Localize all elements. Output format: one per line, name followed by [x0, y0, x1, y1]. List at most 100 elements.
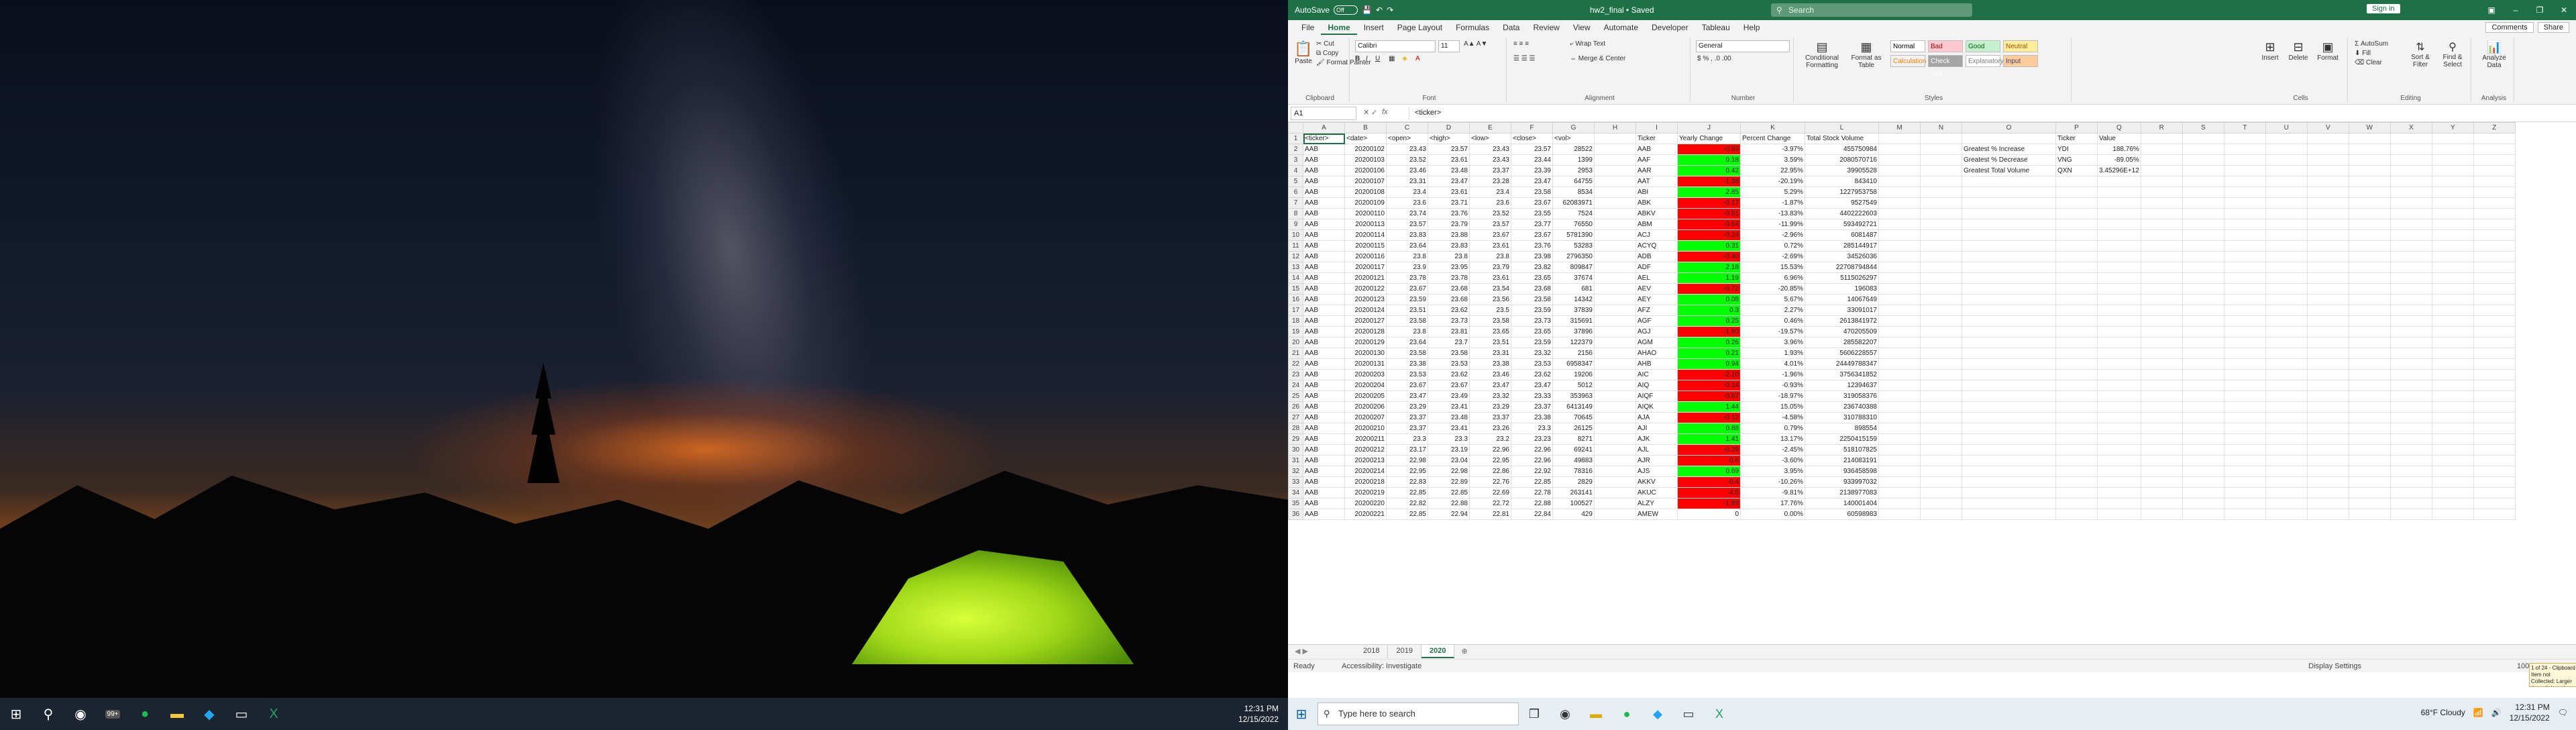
- cell[interactable]: [2055, 219, 2098, 230]
- column-header-h[interactable]: H: [1594, 122, 1636, 134]
- cell[interactable]: 23.8: [1386, 326, 1428, 337]
- cell[interactable]: [2306, 315, 2349, 327]
- cell[interactable]: 23.9: [1386, 262, 1428, 273]
- cell[interactable]: [2431, 423, 2474, 434]
- chrome-icon[interactable]: ◉: [64, 698, 97, 730]
- cell[interactable]: [1920, 262, 1962, 273]
- sheet-tab-2020[interactable]: 2020: [1421, 645, 1455, 658]
- cell[interactable]: [2265, 369, 2308, 380]
- sign-in-button[interactable]: Sign in: [2367, 4, 2400, 13]
- cell[interactable]: [2431, 144, 2474, 155]
- cell[interactable]: [1594, 358, 1636, 370]
- menu-review[interactable]: Review: [1526, 23, 1566, 35]
- cell[interactable]: 37896: [1552, 326, 1595, 337]
- cell[interactable]: [2390, 272, 2432, 284]
- cell[interactable]: 22.96: [1469, 444, 1511, 456]
- cell[interactable]: -1.96%: [1740, 369, 1805, 380]
- cell[interactable]: Greatest % Decrease: [1962, 154, 2056, 166]
- cell[interactable]: [2390, 509, 2432, 520]
- cell[interactable]: 20200103: [1344, 154, 1387, 166]
- cell[interactable]: [1962, 187, 2056, 198]
- cell[interactable]: AAB: [1303, 187, 1345, 198]
- row-header[interactable]: 33: [1288, 476, 1303, 488]
- cell[interactable]: [1962, 208, 2056, 219]
- cell[interactable]: [2182, 487, 2224, 499]
- style-neutral[interactable]: Neutral: [2003, 40, 2038, 52]
- cell[interactable]: [1878, 251, 1921, 262]
- cell[interactable]: [2431, 509, 2474, 520]
- cell[interactable]: 2829: [1552, 476, 1595, 488]
- right-clock[interactable]: 12:31 PM 12/15/2022: [2510, 702, 2550, 723]
- cell[interactable]: 23.57: [1386, 219, 1428, 230]
- cell[interactable]: -2.45%: [1740, 444, 1805, 456]
- cell[interactable]: [2265, 208, 2308, 219]
- cell[interactable]: 20200205: [1344, 390, 1387, 402]
- cell[interactable]: [2097, 487, 2141, 499]
- cell[interactable]: [2306, 348, 2349, 359]
- cell[interactable]: 20200131: [1344, 358, 1387, 370]
- cell[interactable]: [1594, 509, 1636, 520]
- cell[interactable]: [2223, 337, 2266, 348]
- cell[interactable]: [2265, 444, 2308, 456]
- cell[interactable]: 23.59: [1386, 294, 1428, 305]
- cell[interactable]: [2306, 369, 2349, 380]
- formula-input[interactable]: <ticker>: [1409, 107, 2571, 120]
- cell[interactable]: 0.25: [1677, 315, 1741, 327]
- cell[interactable]: -10.26%: [1740, 476, 1805, 488]
- cell[interactable]: 319058376: [1805, 390, 1879, 402]
- cell[interactable]: [2431, 487, 2474, 499]
- cell[interactable]: [2348, 272, 2391, 284]
- cell[interactable]: 23.61: [1428, 154, 1470, 166]
- cell[interactable]: -4.58%: [1740, 412, 1805, 423]
- cell[interactable]: [2055, 358, 2098, 370]
- cell[interactable]: [2390, 390, 2432, 402]
- cell[interactable]: 0.08: [1677, 294, 1741, 305]
- cell[interactable]: [2348, 262, 2391, 273]
- cell[interactable]: 39905528: [1805, 165, 1879, 176]
- cell[interactable]: [1594, 401, 1636, 413]
- cell[interactable]: Greatest % Increase: [1962, 144, 2056, 155]
- cut-button[interactable]: ✂ Cut: [1316, 40, 1334, 48]
- cell[interactable]: [2431, 229, 2474, 241]
- cell[interactable]: AAB: [1303, 262, 1345, 273]
- cell[interactable]: [2348, 401, 2391, 413]
- cell[interactable]: [2097, 240, 2141, 252]
- cell[interactable]: 7524: [1552, 208, 1595, 219]
- cell[interactable]: [2348, 197, 2391, 209]
- cell[interactable]: AAB: [1303, 423, 1345, 434]
- cell[interactable]: [2390, 229, 2432, 241]
- currency-icon[interactable]: $ % , .0 .00: [1697, 55, 1731, 62]
- cell[interactable]: 20200128: [1344, 326, 1387, 337]
- cell[interactable]: 3.59%: [1740, 154, 1805, 166]
- cell[interactable]: [1594, 229, 1636, 241]
- cell[interactable]: [2473, 219, 2516, 230]
- cell[interactable]: [2473, 165, 2516, 176]
- conditional-formatting-button[interactable]: ▤ Conditional Formatting: [1799, 40, 1845, 69]
- column-header-y[interactable]: Y: [2431, 122, 2474, 134]
- cell[interactable]: [2348, 251, 2391, 262]
- cell[interactable]: 23.39: [1511, 165, 1553, 176]
- cell[interactable]: [2348, 165, 2391, 176]
- cell[interactable]: 64755: [1552, 176, 1595, 187]
- column-header-p[interactable]: P: [2055, 122, 2098, 134]
- cell[interactable]: [2182, 133, 2224, 144]
- cell[interactable]: [2223, 444, 2266, 456]
- cell[interactable]: [2348, 176, 2391, 187]
- cell[interactable]: [2431, 401, 2474, 413]
- cell[interactable]: 76550: [1552, 219, 1595, 230]
- cell[interactable]: [1962, 455, 2056, 466]
- cell[interactable]: AAB: [1635, 144, 1678, 155]
- underline-button[interactable]: U: [1375, 55, 1380, 62]
- cell[interactable]: 22.86: [1469, 466, 1511, 477]
- cell[interactable]: AAB: [1303, 369, 1345, 380]
- cell[interactable]: [2055, 251, 2098, 262]
- row-header[interactable]: 13: [1288, 262, 1303, 273]
- cell[interactable]: [2265, 144, 2308, 155]
- cell[interactable]: -0.17: [1677, 197, 1741, 209]
- cell[interactable]: [2055, 176, 2098, 187]
- cell[interactable]: 20200114: [1344, 229, 1387, 241]
- cell[interactable]: AGM: [1635, 337, 1678, 348]
- cell[interactable]: 23.23: [1511, 433, 1553, 445]
- cell[interactable]: [2265, 358, 2308, 370]
- cell[interactable]: [2431, 315, 2474, 327]
